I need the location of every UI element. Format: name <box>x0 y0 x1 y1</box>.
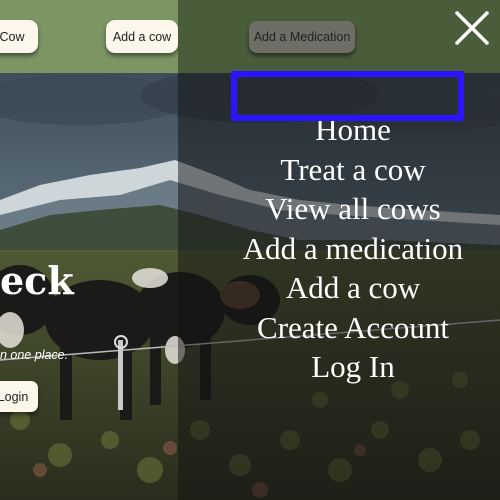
nav-cow-button[interactable]: Cow <box>0 20 38 53</box>
nav-menu-list: Home Treat a cow View all cows Add a med… <box>178 110 500 387</box>
hero-title: eck <box>0 258 74 303</box>
menu-item-add-a-medication[interactable]: Add a medication <box>178 229 500 269</box>
close-icon[interactable] <box>452 8 492 48</box>
nav-menu-overlay: Add a Medication Home Treat a cow View a… <box>178 0 500 500</box>
hero-login-button[interactable]: Login <box>0 381 38 412</box>
menu-item-add-a-cow[interactable]: Add a cow <box>178 268 500 308</box>
nav-add-cow-button[interactable]: Add a cow <box>106 20 178 53</box>
nav-add-medication-button[interactable]: Add a Medication <box>249 21 355 53</box>
menu-item-view-all-cows[interactable]: View all cows <box>178 189 500 229</box>
menu-item-treat-a-cow[interactable]: Treat a cow <box>178 150 500 190</box>
menu-item-home[interactable]: Home <box>178 110 500 150</box>
hero-subtitle: n one place. <box>0 348 69 362</box>
menu-item-create-account[interactable]: Create Account <box>178 308 500 348</box>
menu-item-log-in[interactable]: Log In <box>178 347 500 387</box>
